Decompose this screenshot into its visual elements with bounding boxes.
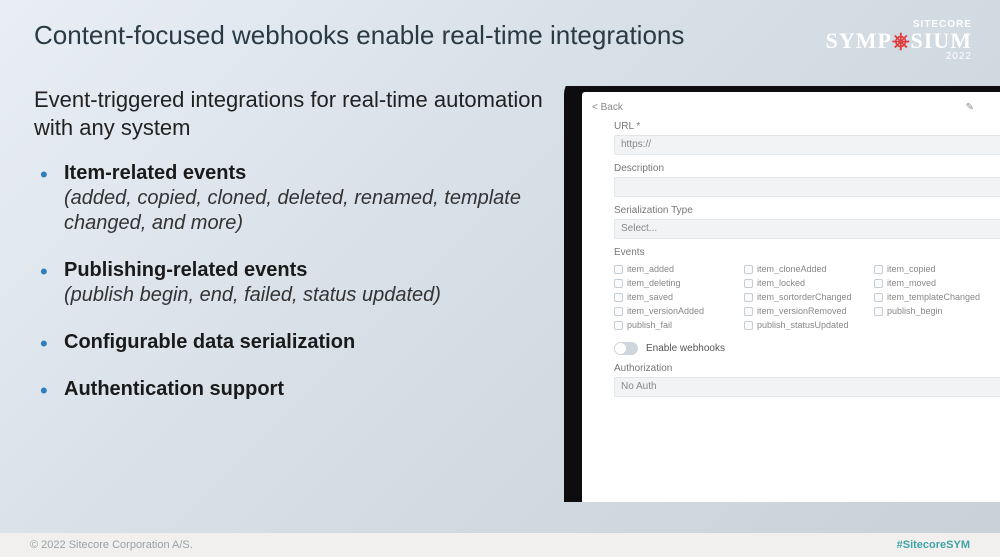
bullet-italic: (added, copied, cloned, deleted, renamed…	[64, 187, 521, 234]
events-grid: item_added item_cloneAdded item_copied i…	[614, 262, 1000, 332]
event-label: publish_fail	[627, 320, 672, 330]
event-cell[interactable]: item_added	[614, 262, 744, 276]
event-label: item_added	[627, 264, 674, 274]
description-label: Description	[614, 163, 1000, 174]
event-label: item_versionRemoved	[757, 306, 847, 316]
bullet-strong: Configurable data serialization	[64, 331, 355, 353]
event-label: item_sortorderChanged	[757, 292, 852, 302]
event-cell[interactable]: item_versionRemoved	[744, 304, 874, 318]
bullet-strong: Authentication support	[64, 378, 284, 400]
bullet-item: Configurable data serialization	[34, 330, 554, 355]
laptop-screen: < Back ✎ URL * https:// Description Seri…	[582, 92, 1000, 502]
bullet-item: Publishing-related events (publish begin…	[34, 258, 554, 308]
events-label: Events	[614, 247, 1000, 258]
serialization-select[interactable]: Select...	[614, 219, 1000, 239]
toggle-switch[interactable]	[614, 342, 638, 355]
event-cell	[874, 318, 1000, 332]
event-label: item_templateChanged	[887, 292, 980, 302]
footer: © 2022 Sitecore Corporation A/S. #Siteco…	[0, 533, 1000, 557]
edit-icon[interactable]: ✎	[966, 102, 974, 113]
event-label: item_locked	[757, 278, 805, 288]
event-cell[interactable]: item_deleting	[614, 276, 744, 290]
bullet-list: Item-related events (added, copied, clon…	[34, 161, 554, 402]
event-cell[interactable]: item_templateChanged	[874, 290, 1000, 304]
brand-main: SYMP⎈SIUM	[826, 30, 972, 52]
left-column: Event-triggered integrations for real-ti…	[34, 86, 554, 502]
url-label: URL *	[614, 121, 1000, 132]
event-cell[interactable]: item_locked	[744, 276, 874, 290]
event-label: item_deleting	[627, 278, 681, 288]
event-label: item_copied	[887, 264, 936, 274]
checkbox-icon[interactable]	[874, 265, 883, 274]
checkbox-icon[interactable]	[614, 307, 623, 316]
event-cell[interactable]: publish_statusUpdated	[744, 318, 874, 332]
copyright: © 2022 Sitecore Corporation A/S.	[30, 539, 193, 551]
toggle-label: Enable webhooks	[646, 343, 725, 354]
back-link[interactable]: < Back	[592, 102, 623, 113]
slide-title: Content-focused webhooks enable real-tim…	[34, 20, 684, 51]
checkbox-icon[interactable]	[614, 293, 623, 302]
events-row: item_deleting item_locked item_moved	[614, 276, 1000, 290]
description-input[interactable]	[614, 177, 1000, 197]
checkbox-icon[interactable]	[744, 293, 753, 302]
right-column: < Back ✎ URL * https:// Description Seri…	[564, 86, 1000, 502]
checkbox-icon[interactable]	[614, 321, 623, 330]
event-label: publish_statusUpdated	[757, 320, 849, 330]
bullet-strong: Publishing-related events	[64, 259, 307, 281]
event-label: item_saved	[627, 292, 673, 302]
events-row: publish_fail publish_statusUpdated	[614, 318, 1000, 332]
events-row: item_versionAdded item_versionRemoved pu…	[614, 304, 1000, 318]
checkbox-icon[interactable]	[744, 321, 753, 330]
brand-year: 2022	[826, 52, 972, 62]
slide: Content-focused webhooks enable real-tim…	[0, 0, 1000, 557]
checkbox-icon[interactable]	[744, 265, 753, 274]
event-cell[interactable]: item_saved	[614, 290, 744, 304]
event-cell[interactable]: item_versionAdded	[614, 304, 744, 318]
event-label: item_moved	[887, 278, 936, 288]
checkbox-icon[interactable]	[614, 265, 623, 274]
brand-pre: SYMP	[826, 28, 892, 53]
enable-row: Enable webhooks	[614, 342, 1000, 355]
checkbox-icon[interactable]	[874, 307, 883, 316]
event-cell[interactable]: item_sortorderChanged	[744, 290, 874, 304]
screen-topbar: < Back ✎	[592, 102, 1000, 113]
header: Content-focused webhooks enable real-tim…	[0, 0, 1000, 62]
bullet-item: Item-related events (added, copied, clon…	[34, 161, 554, 236]
bullet-strong: Item-related events	[64, 162, 246, 184]
hashtag: #SitecoreSYM	[897, 539, 970, 551]
event-cell[interactable]: item_copied	[874, 262, 1000, 276]
bullet-item: Authentication support	[34, 377, 554, 402]
event-cell[interactable]: item_cloneAdded	[744, 262, 874, 276]
event-label: item_versionAdded	[627, 306, 704, 316]
events-row: item_saved item_sortorderChanged item_te…	[614, 290, 1000, 304]
pin-icon: ⎈	[892, 28, 911, 53]
auth-label: Authorization	[614, 363, 1000, 374]
checkbox-icon[interactable]	[874, 279, 883, 288]
events-row: item_added item_cloneAdded item_copied	[614, 262, 1000, 276]
checkbox-icon[interactable]	[744, 307, 753, 316]
event-label: item_cloneAdded	[757, 264, 827, 274]
event-label: publish_begin	[887, 306, 943, 316]
laptop-frame: < Back ✎ URL * https:// Description Seri…	[564, 86, 1000, 502]
checkbox-icon[interactable]	[614, 279, 623, 288]
url-input[interactable]: https://	[614, 135, 1000, 155]
brand-logo: SITECORE SYMP⎈SIUM 2022	[826, 20, 972, 62]
body: Event-triggered integrations for real-ti…	[0, 62, 1000, 502]
bullet-italic: (publish begin, end, failed, status upda…	[64, 284, 441, 306]
event-cell[interactable]: publish_begin	[874, 304, 1000, 318]
brand-post: SIUM	[911, 28, 972, 53]
subtitle: Event-triggered integrations for real-ti…	[34, 86, 554, 141]
serialization-label: Serialization Type	[614, 205, 1000, 216]
checkbox-icon[interactable]	[744, 279, 753, 288]
checkbox-icon[interactable]	[874, 293, 883, 302]
auth-select[interactable]: No Auth	[614, 377, 1000, 397]
event-cell[interactable]: publish_fail	[614, 318, 744, 332]
event-cell[interactable]: item_moved	[874, 276, 1000, 290]
